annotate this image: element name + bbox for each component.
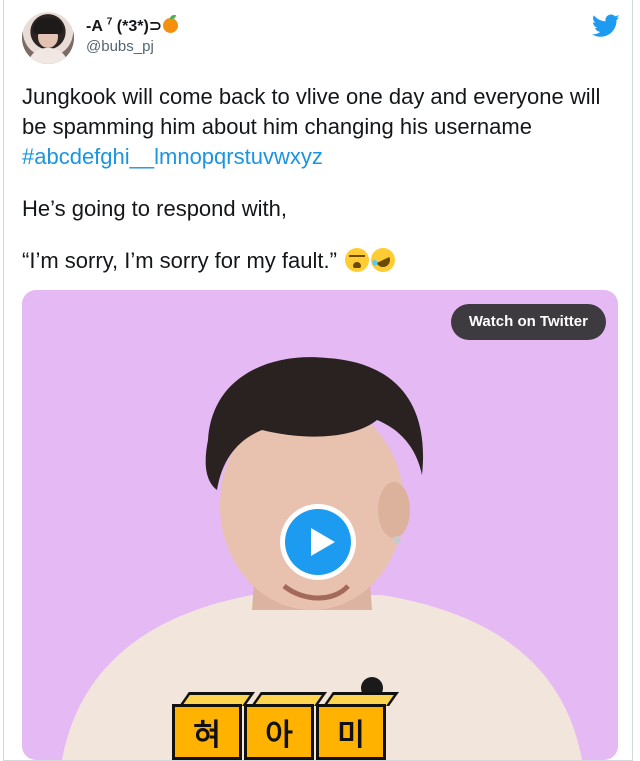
tangerine-icon bbox=[163, 15, 179, 33]
watch-on-twitter-button[interactable]: Watch on Twitter bbox=[450, 304, 606, 340]
tweet-body: Jungkook will come back to vlive one day… bbox=[22, 82, 612, 276]
avatar[interactable] bbox=[22, 12, 74, 64]
tweet-header: -A 7 (*3*)⊃ @bubs_pj bbox=[22, 10, 622, 70]
caption-block-1: 혀 bbox=[172, 704, 242, 760]
tweet-card: -A 7 (*3*)⊃ @bubs_pj Jungkook will come … bbox=[3, 0, 633, 761]
play-button[interactable] bbox=[280, 504, 356, 580]
display-name-text: -A bbox=[86, 18, 103, 35]
tweet-quote-text: “I’m sorry, I’m sorry for my fault.” bbox=[22, 248, 344, 273]
hashtag-link[interactable]: #abcdefghi__lmnopqrstuvwxyz bbox=[22, 144, 323, 169]
twitter-bird-icon[interactable] bbox=[592, 14, 620, 38]
caption-block-3: 미 bbox=[316, 704, 386, 760]
author-handle[interactable]: @bubs_pj bbox=[86, 38, 154, 55]
author-display-name[interactable]: -A 7 (*3*)⊃ bbox=[86, 15, 179, 36]
loudly-crying-face-icon bbox=[345, 248, 370, 272]
play-icon-circle bbox=[285, 509, 351, 575]
rolling-on-floor-laughing-icon bbox=[367, 244, 399, 276]
play-icon bbox=[311, 528, 335, 556]
caption-block-2: 아 bbox=[244, 704, 314, 760]
caption-blocks: 혀 아 미 bbox=[172, 690, 432, 760]
tweet-paragraph-2: He’s going to respond with, bbox=[22, 196, 287, 221]
tweet-text-line1: Jungkook will come back to vlive one day… bbox=[22, 84, 601, 139]
tweet-paragraph-1: Jungkook will come back to vlive one day… bbox=[22, 82, 612, 172]
display-name-suffix: (*3*)⊃ bbox=[116, 18, 163, 35]
tweet-paragraph-3: “I’m sorry, I’m sorry for my fault.” bbox=[22, 244, 612, 276]
video-thumbnail[interactable]: Watch on Twitter 혀 아 미 bbox=[22, 290, 618, 760]
display-name-superscript: 7 bbox=[106, 16, 113, 28]
